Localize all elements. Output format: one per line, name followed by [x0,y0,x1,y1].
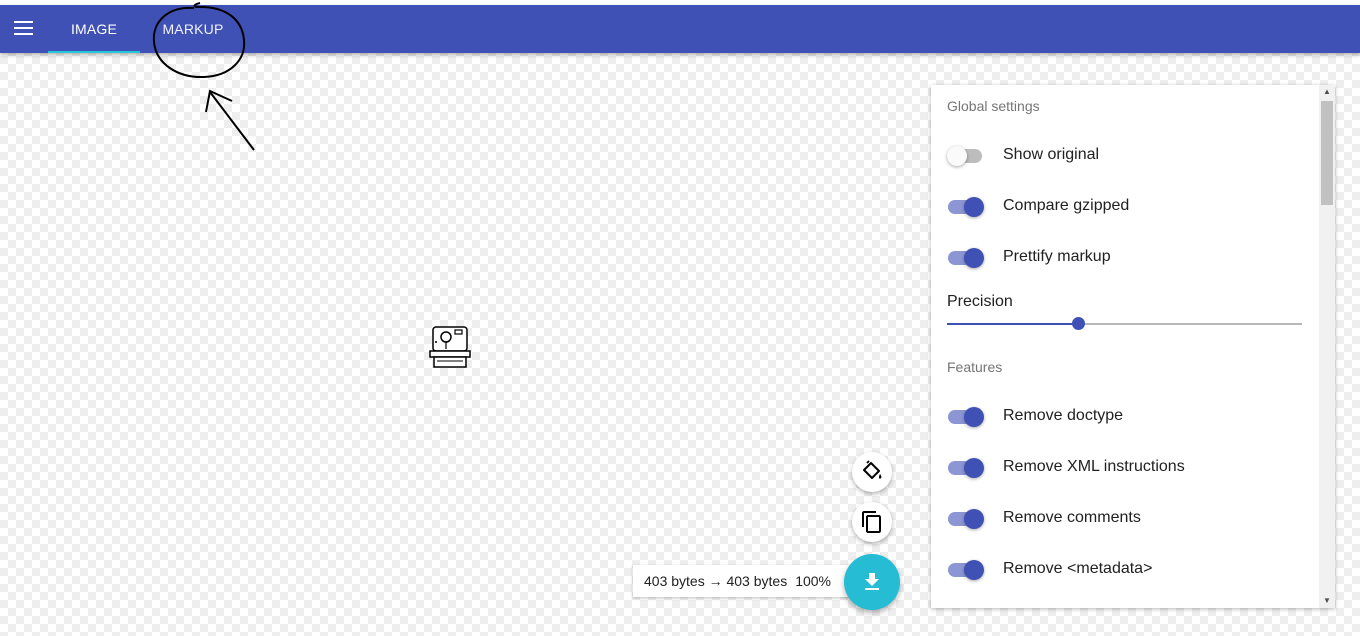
remove-metadata-toggle-row[interactable]: Remove <metadata> [947,550,1307,590]
show-original-label: Show original [1003,146,1100,163]
remove-comments-switch[interactable] [947,509,985,529]
download-button[interactable] [844,554,900,610]
remove-doctype-label: Remove doctype [1003,407,1124,424]
tab-markup[interactable]: MARKUP [148,5,238,53]
results-size-readout: 403 bytes → 403 bytes 100% [633,565,862,597]
remove-metadata-label: Remove <metadata> [1003,560,1153,577]
remove-doctype-switch[interactable] [947,407,985,427]
size-percent: 100% [795,573,832,589]
show-original-toggle-row[interactable]: Show original [947,136,1307,176]
size-comparison: 403 bytes → 403 bytes [644,573,788,589]
download-icon [865,573,879,590]
scroll-up-arrow-icon[interactable]: ▲ [1319,85,1335,99]
scroll-down-arrow-icon[interactable]: ▼ [1319,594,1335,608]
menu-icon[interactable] [14,19,34,39]
show-original-switch[interactable] [947,146,985,166]
remove-doctype-toggle-row[interactable]: Remove doctype [947,397,1307,437]
features-title: Features [947,359,1003,375]
remove-comments-label: Remove comments [1003,509,1141,526]
paint-bucket-icon [863,460,882,479]
precision-slider[interactable] [947,314,1303,334]
prettify-markup-switch[interactable] [947,248,985,268]
compare-gzipped-label: Compare gzipped [1003,197,1130,214]
remove-xml-instructions-toggle-row[interactable]: Remove XML instructions [947,448,1307,488]
settings-panel: Global settings Show original Compare gz… [931,85,1335,608]
remove-xml-instructions-label: Remove XML instructions [1003,458,1185,475]
scrollbar-thumb[interactable] [1321,101,1333,205]
global-settings-title: Global settings [947,98,1040,114]
prettify-markup-toggle-row[interactable]: Prettify markup [947,238,1307,278]
compare-gzipped-switch[interactable] [947,197,985,217]
active-tab-indicator [48,51,140,53]
compare-gzipped-toggle-row[interactable]: Compare gzipped [947,187,1307,227]
precision-label: Precision [947,293,1013,310]
tab-image[interactable]: IMAGE [48,5,140,53]
remove-comments-toggle-row[interactable]: Remove comments [947,499,1307,539]
instant-camera-icon [429,326,471,368]
remove-metadata-switch[interactable] [947,560,985,580]
copy-button[interactable] [852,502,892,542]
app-toolbar: IMAGE MARKUP [0,5,1360,53]
settings-scrollbar[interactable]: ▲ ▼ [1319,85,1335,608]
toggle-background-button[interactable] [852,452,892,492]
copy-icon [862,511,881,533]
precision-slider-handle[interactable] [1072,317,1085,330]
remove-xml-instructions-switch[interactable] [947,458,985,478]
prettify-markup-label: Prettify markup [1003,248,1111,265]
